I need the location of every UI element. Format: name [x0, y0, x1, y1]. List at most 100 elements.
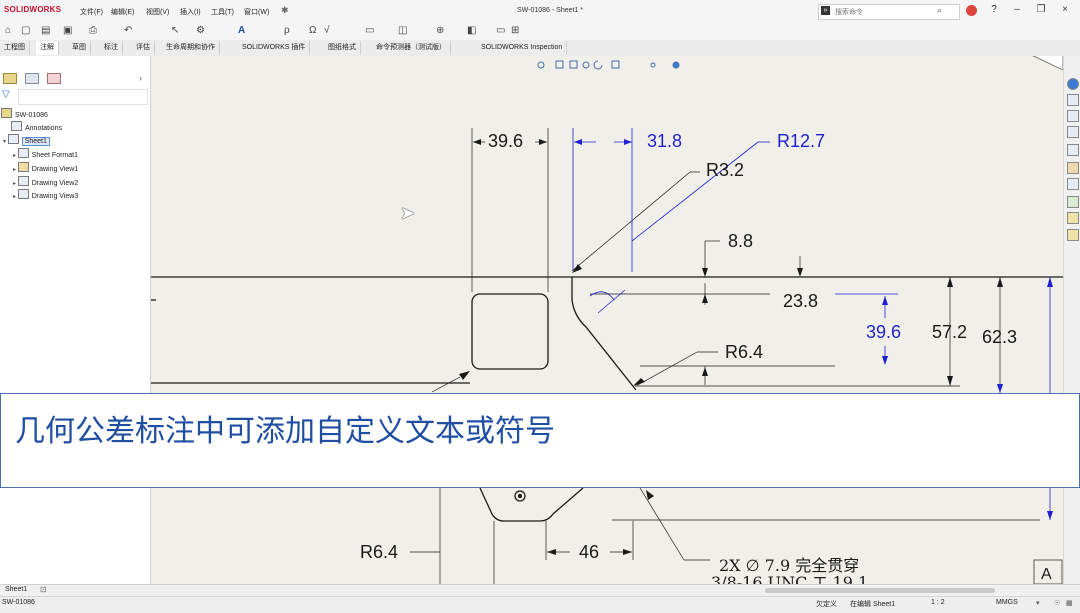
- home-icon[interactable]: ⌂: [5, 25, 11, 36]
- dimension-r3-2[interactable]: R3.2: [706, 160, 744, 181]
- menu-view[interactable]: 视图(V): [146, 7, 169, 17]
- new-file-icon[interactable]: ▢: [21, 25, 30, 36]
- tree-item-sheet-format[interactable]: ▸ Sheet Format1: [13, 148, 78, 159]
- title-bar: SOLIDWORKS 文件(F) 编辑(E) 视图(V) 插入(I) 工具(T)…: [0, 0, 1080, 23]
- hole-callout-line-2[interactable]: 3/8-16 UNC ⊤ 19.1: [711, 574, 868, 584]
- user-icon[interactable]: [966, 5, 977, 16]
- tree-item-annotations[interactable]: Annotations: [11, 121, 62, 132]
- solidworks-forum-icon[interactable]: [1067, 196, 1079, 208]
- tab-drawing[interactable]: 工程图: [0, 41, 30, 55]
- toolbox-icon[interactable]: [1067, 212, 1079, 224]
- dimension-39-6-right[interactable]: 39.6: [866, 322, 901, 343]
- save-icon[interactable]: ▣: [63, 25, 72, 36]
- dimension-r6-4-upper[interactable]: R6.4: [725, 342, 763, 363]
- undo-icon[interactable]: ↶: [124, 25, 132, 36]
- design-library-icon[interactable]: [1067, 94, 1079, 106]
- view-label-a[interactable]: A: [1041, 566, 1052, 584]
- menu-tools[interactable]: 工具(T): [211, 7, 234, 17]
- square-pocket: [471, 293, 549, 370]
- units-dropdown-icon[interactable]: ▾: [1036, 599, 1040, 607]
- dimension-23-8[interactable]: 23.8: [783, 291, 818, 312]
- weld-symbol-icon[interactable]: √: [324, 25, 330, 36]
- tree-item-view2[interactable]: ▸ Drawing View2: [13, 176, 78, 187]
- datum-icon[interactable]: ◫: [398, 25, 407, 36]
- tab-evaluate[interactable]: 评估: [132, 41, 155, 55]
- sheet-icon: [7, 134, 19, 144]
- appearances-icon[interactable]: [1067, 144, 1079, 156]
- menu-insert[interactable]: 插入(I): [180, 7, 201, 17]
- custom-properties-icon[interactable]: [1067, 162, 1079, 174]
- menu-edit[interactable]: 编辑(E): [111, 7, 134, 17]
- filter-icon[interactable]: ▽: [2, 89, 10, 100]
- print-icon[interactable]: ⎙: [89, 25, 97, 36]
- dimension-r12-7[interactable]: R12.7: [777, 131, 825, 152]
- tab-command-predictor[interactable]: 命令预测器（测试版）: [372, 41, 451, 55]
- dimension-r6-4-lower[interactable]: R6.4: [360, 542, 398, 563]
- dimension-46[interactable]: 46: [579, 542, 599, 563]
- dimension-31-8[interactable]: 31.8: [647, 131, 682, 152]
- config-manager-tab-icon[interactable]: [47, 73, 61, 84]
- tree-item-view3[interactable]: ▸ Drawing View3: [13, 189, 78, 200]
- add-sheet-icon[interactable]: ⊡: [40, 585, 47, 594]
- sheet-format-icon: [17, 148, 29, 158]
- tree-item-view1[interactable]: ▸ Drawing View1: [13, 162, 78, 173]
- status-scale[interactable]: 1 : 2: [931, 599, 945, 606]
- help-icon[interactable]: ?: [986, 4, 1002, 15]
- dimension-39-6-top[interactable]: 39.6: [488, 131, 523, 152]
- hole-callout-line-1[interactable]: 2X ∅ 7.9 完全贯穿: [719, 552, 859, 576]
- menu-file[interactable]: 文件(F): [80, 7, 103, 17]
- geometric-tolerance-icon[interactable]: ▭: [365, 25, 374, 36]
- center-mark-icon[interactable]: ⊕: [436, 25, 444, 36]
- tab-sketch[interactable]: 草图: [68, 41, 91, 55]
- tab-inspection[interactable]: SOLIDWORKS Inspection: [477, 41, 568, 55]
- status-units[interactable]: MMGS: [996, 599, 1018, 606]
- expand-panel-icon[interactable]: ›: [139, 73, 142, 83]
- tab-lifecycle[interactable]: 生命周期和协作: [162, 41, 220, 55]
- file-explorer-icon[interactable]: [1067, 110, 1079, 122]
- status-document: SW-01086: [2, 599, 35, 606]
- dimension-8-8[interactable]: 8.8: [728, 231, 753, 252]
- tab-annotation[interactable]: 注解: [36, 41, 59, 55]
- surface-finish-icon[interactable]: Ω: [309, 25, 316, 36]
- close-icon[interactable]: ×: [1057, 4, 1073, 15]
- balloon-icon[interactable]: ρ: [284, 25, 290, 36]
- tree-filter-field[interactable]: [18, 89, 148, 105]
- tab-addins[interactable]: SOLIDWORKS 插件: [238, 41, 311, 55]
- sheet-tab-sheet1[interactable]: Sheet1: [5, 586, 27, 593]
- search-icon[interactable]: ⌕: [937, 5, 942, 16]
- status-options-icon[interactable]: ▦: [1066, 599, 1073, 607]
- dimension-62-3[interactable]: 62.3: [982, 327, 1017, 348]
- pin-icon[interactable]: ✱: [281, 5, 289, 16]
- search-command-icon: »: [821, 6, 830, 15]
- drawing-view-icon: [17, 162, 29, 172]
- tree-item-sheet1[interactable]: ▾ Sheet1: [3, 134, 50, 146]
- open-file-icon[interactable]: ▤: [41, 25, 50, 36]
- property-manager-tab-icon[interactable]: [25, 73, 39, 84]
- model-library-icon[interactable]: [1067, 229, 1079, 241]
- standard-toolbar: [0, 22, 1080, 40]
- block-icon[interactable]: ▭: [496, 25, 505, 36]
- tab-dimension[interactable]: 标注: [100, 41, 123, 55]
- tree-item-label: Drawing View1: [31, 166, 79, 173]
- minimize-icon[interactable]: –: [1009, 4, 1025, 15]
- tree-root[interactable]: SW-01086: [1, 108, 48, 119]
- area-hatch-icon[interactable]: ◧: [467, 25, 476, 36]
- tab-sheet-format[interactable]: 图纸格式: [324, 41, 361, 55]
- resources-icon[interactable]: [1067, 78, 1079, 90]
- restore-icon[interactable]: ❐: [1033, 4, 1049, 15]
- drawing-canvas[interactable]: 39.6 31.8 R12.7 R3.2 8.8 23.8 39.6 57.2 …: [151, 56, 1063, 584]
- horizontal-scrollbar[interactable]: [765, 588, 995, 593]
- dimension-57-2[interactable]: 57.2: [932, 322, 967, 343]
- search-input[interactable]: » 搜索命令 ⌕: [818, 4, 960, 20]
- note-icon[interactable]: A: [238, 25, 245, 36]
- select-icon[interactable]: ↖: [171, 25, 179, 36]
- search-placeholder: 搜索命令: [835, 9, 863, 16]
- feature-manager-tab-icon[interactable]: [3, 73, 17, 84]
- forum-icon[interactable]: [1067, 178, 1079, 190]
- tree-item-label: Sheet1: [21, 137, 50, 146]
- table-icon[interactable]: ⊞: [511, 25, 519, 36]
- quick-tips-icon[interactable]: ☉: [1054, 599, 1060, 607]
- menu-window[interactable]: 窗口(W): [244, 7, 269, 17]
- view-palette-icon[interactable]: [1067, 126, 1079, 138]
- rebuild-icon[interactable]: ⚙: [196, 25, 205, 36]
